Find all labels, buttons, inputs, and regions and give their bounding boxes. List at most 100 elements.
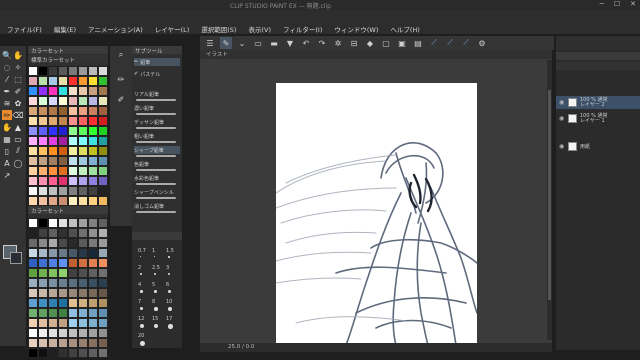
subtool-item[interactable]: 粗い鉛筆 [134, 132, 180, 140]
ruler-icon[interactable]: ⟋ [428, 37, 440, 49]
color-swatch[interactable] [78, 186, 88, 196]
color-swatch[interactable] [98, 156, 108, 166]
brush-size-dot[interactable] [168, 307, 172, 311]
crop-icon[interactable]: ▣ [396, 37, 408, 49]
color-swatch[interactable] [28, 116, 38, 126]
color-swatch[interactable] [88, 186, 98, 196]
color-swatch[interactable] [68, 318, 78, 328]
color-swatch[interactable] [58, 146, 68, 156]
color-swatch[interactable] [38, 186, 48, 196]
color-swatch[interactable] [68, 186, 78, 196]
color-swatch[interactable] [98, 86, 108, 96]
color-swatch[interactable] [28, 86, 38, 96]
pencil-icon[interactable]: ✏ [2, 110, 12, 120]
color-swatch[interactable] [38, 278, 48, 288]
color-swatch[interactable] [28, 348, 38, 358]
correct-line-icon[interactable]: ↗ [2, 170, 12, 180]
color-swatch[interactable] [58, 218, 68, 228]
color-swatch[interactable] [88, 136, 98, 146]
color-swatch[interactable] [88, 308, 98, 318]
color-swatch[interactable] [48, 318, 58, 328]
color-swatch[interactable] [48, 186, 58, 196]
color-swatch[interactable] [48, 298, 58, 308]
subtool-item[interactable]: 色鉛筆 [134, 160, 180, 168]
menu-view[interactable]: 表示(V) [243, 22, 276, 34]
color-swatch[interactable] [78, 308, 88, 318]
zoom-icon[interactable]: 🔍 [2, 50, 12, 60]
settings-icon[interactable]: ⚙ [476, 37, 488, 49]
pencil-group-icon[interactable]: ✏ [116, 74, 126, 84]
guide-icon[interactable]: ▤ [412, 37, 424, 49]
color-swatch[interactable] [38, 66, 48, 76]
pastel-group-icon[interactable]: ✐ [116, 94, 126, 104]
frame-icon[interactable]: ▯ [2, 146, 12, 156]
color-swatch[interactable] [28, 176, 38, 186]
layer-row[interactable]: ◉ 100 % 通常 レイヤー 1 [556, 112, 640, 125]
visibility-eye-icon[interactable]: ◉ [559, 143, 565, 150]
color-swatch[interactable] [78, 278, 88, 288]
color-swatch[interactable] [28, 288, 38, 298]
fill-icon[interactable]: ◆ [364, 37, 376, 49]
fill-tool-icon[interactable]: ▲ [13, 122, 23, 132]
color-swatch[interactable] [88, 86, 98, 96]
color-swatch[interactable] [78, 298, 88, 308]
color-swatch[interactable] [48, 348, 58, 358]
color-swatch[interactable] [68, 96, 78, 106]
color-swatch[interactable] [28, 186, 38, 196]
color-swatch[interactable] [38, 308, 48, 318]
menu-select[interactable]: 選択範囲(S) [196, 22, 241, 34]
color-swatch[interactable] [28, 278, 38, 288]
color-swatch[interactable] [78, 268, 88, 278]
canvas-tab[interactable]: イラスト [200, 50, 552, 59]
color-swatch[interactable] [98, 318, 108, 328]
eyedropper-icon[interactable]: ⁄ [2, 74, 12, 84]
color-swatch[interactable] [58, 228, 68, 238]
color-swatch[interactable] [48, 156, 58, 166]
subtool-item-selected[interactable]: シャープ鉛筆 [134, 146, 180, 154]
decoration-icon[interactable]: ✿ [13, 98, 23, 108]
color-swatch[interactable] [88, 76, 98, 86]
color-swatch[interactable] [68, 228, 78, 238]
color-swatch[interactable] [38, 298, 48, 308]
menu-help[interactable]: ヘルプ(H) [385, 22, 424, 34]
color-swatch[interactable] [88, 146, 98, 156]
drawing-paper[interactable] [276, 83, 477, 345]
wand-icon[interactable]: ✧ [13, 62, 23, 72]
color-swatch[interactable] [98, 258, 108, 268]
color-swatch[interactable] [28, 248, 38, 258]
color-swatch[interactable] [48, 218, 58, 228]
color-swatch[interactable] [58, 238, 68, 248]
color-swatch[interactable] [38, 176, 48, 186]
color-swatch[interactable] [78, 176, 88, 186]
layer-row-paper[interactable]: ◉ 用紙 [556, 140, 640, 153]
color-swatch[interactable] [98, 328, 108, 338]
brush-size-dot[interactable] [154, 256, 156, 258]
color-swatch[interactable] [68, 338, 78, 348]
color-swatch[interactable] [38, 348, 48, 358]
brush-size-dot[interactable] [154, 324, 159, 329]
color-swatch[interactable] [58, 176, 68, 186]
color-swatch[interactable] [98, 196, 108, 206]
brush-size-dot[interactable] [154, 273, 156, 275]
color-swatch[interactable] [28, 66, 38, 76]
dropdown-icon[interactable]: ⌄ [236, 37, 248, 49]
color-swatch[interactable] [48, 308, 58, 318]
brush-size-dot[interactable] [140, 341, 145, 346]
color-swatch[interactable] [48, 66, 58, 76]
color-swatch[interactable] [88, 338, 98, 348]
color-swatch[interactable] [78, 238, 88, 248]
color-swatch[interactable] [58, 338, 68, 348]
color-swatch[interactable] [98, 116, 108, 126]
transform-icon[interactable]: ✲ [332, 37, 344, 49]
clear-icon[interactable]: ⊟ [348, 37, 360, 49]
color-swatch[interactable] [58, 288, 68, 298]
color-swatch[interactable] [38, 228, 48, 238]
color-swatch[interactable] [28, 196, 38, 206]
menu-file[interactable]: ファイル(F) [2, 22, 47, 34]
color-swatch[interactable] [38, 86, 48, 96]
color-swatch[interactable] [58, 96, 68, 106]
color-swatch[interactable] [38, 258, 48, 268]
new-file-icon[interactable]: ▭ [252, 37, 264, 49]
color-swatch[interactable] [68, 218, 78, 228]
color-swatch[interactable] [68, 328, 78, 338]
